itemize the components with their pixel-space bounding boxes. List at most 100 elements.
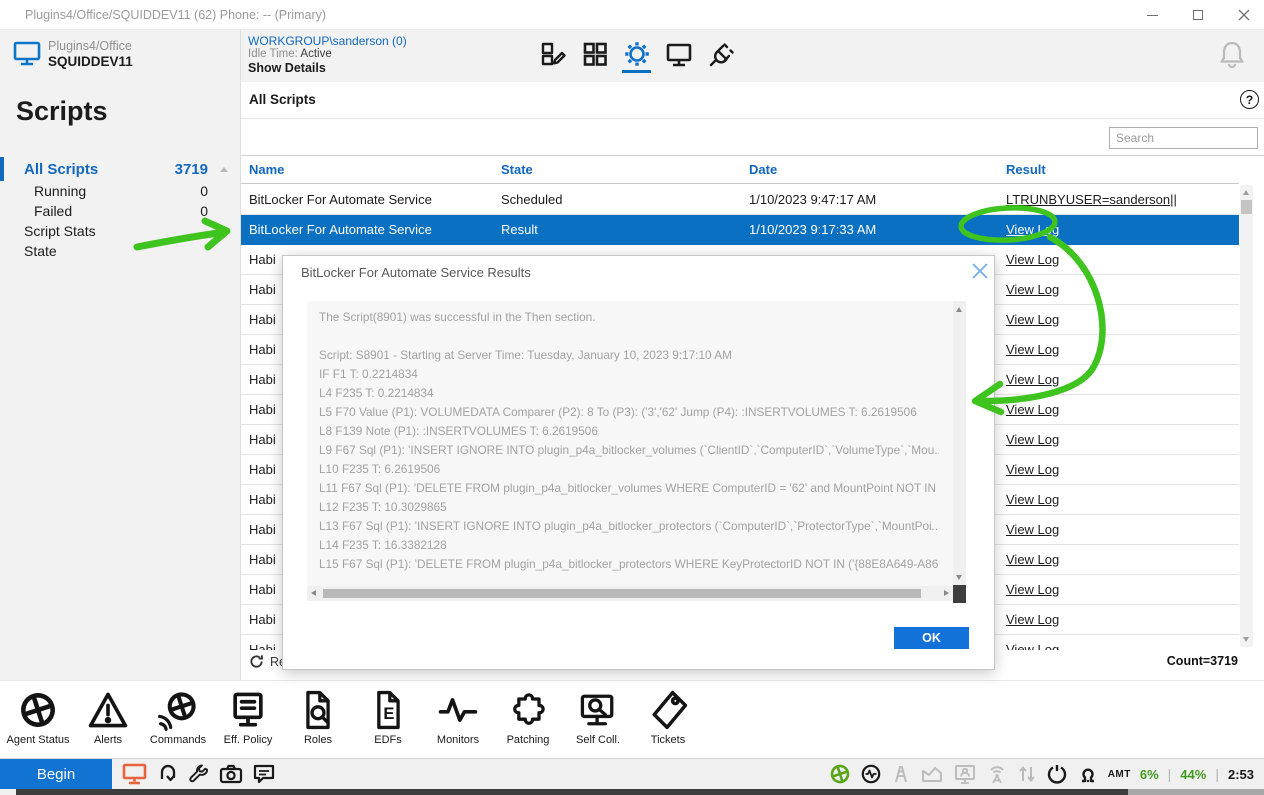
header-toolbar bbox=[536, 37, 737, 70]
apps-grid-icon[interactable] bbox=[578, 37, 611, 70]
dock-item-edfs[interactable]: EEDFs bbox=[353, 681, 423, 758]
search-input[interactable] bbox=[1109, 127, 1258, 149]
log-line: L4 F235 T: 0.2214834 bbox=[319, 384, 939, 403]
comment-icon[interactable] bbox=[252, 763, 276, 785]
cell-date: 1/10/2023 9:17:33 AM bbox=[749, 222, 876, 237]
dock-item-agent-status[interactable]: Agent Status bbox=[3, 681, 73, 758]
view-log-link[interactable]: View Log bbox=[1006, 282, 1059, 297]
scroll-left-icon[interactable] bbox=[311, 590, 316, 596]
refresh-icon bbox=[249, 654, 264, 669]
view-log-link[interactable]: View Log bbox=[1006, 222, 1059, 237]
maximize-button[interactable] bbox=[1178, 0, 1218, 30]
titlebar: Plugins4/Office/SQUIDDEV11 (62) Phone: -… bbox=[0, 0, 1264, 30]
log-vertical-scrollbar[interactable] bbox=[953, 301, 966, 586]
sidebar-item-all-scripts[interactable]: All Scripts3719 bbox=[0, 157, 240, 181]
view-log-link[interactable]: View Log bbox=[1006, 462, 1059, 477]
wrench-icon[interactable] bbox=[187, 763, 210, 786]
begin-button[interactable]: Begin bbox=[0, 759, 112, 789]
sidebar-item-script-stats[interactable]: Script Stats bbox=[0, 221, 240, 241]
console-user-icon bbox=[953, 763, 977, 785]
computer-icon bbox=[13, 41, 41, 67]
scroll-up-icon[interactable] bbox=[956, 307, 962, 312]
minimize-button[interactable] bbox=[1132, 0, 1172, 30]
view-log-link[interactable]: View Log bbox=[1006, 552, 1059, 567]
gear-icon[interactable] bbox=[620, 37, 653, 70]
notifications-bell-icon[interactable] bbox=[1219, 39, 1245, 69]
table-scrollbar[interactable] bbox=[1240, 185, 1253, 647]
sidebar-item-count: 3719 bbox=[168, 161, 208, 178]
log-line: The Script(8901) was successful in the T… bbox=[319, 308, 939, 327]
edfs-icon: E bbox=[366, 687, 410, 733]
column-header-date[interactable]: Date bbox=[749, 162, 777, 177]
ok-button[interactable]: OK bbox=[894, 627, 969, 649]
statusbar-left-icons bbox=[122, 761, 276, 787]
view-log-link[interactable]: View Log bbox=[1006, 372, 1059, 387]
table-row[interactable]: BitLocker For Automate ServiceScheduled1… bbox=[241, 185, 1239, 215]
screenshot-camera-icon[interactable] bbox=[219, 763, 243, 785]
agent-status-icon bbox=[16, 687, 60, 733]
window-title: Plugins4/Office/SQUIDDEV11 (62) Phone: -… bbox=[25, 8, 326, 22]
heartbeat-status-icon[interactable] bbox=[860, 763, 882, 785]
plug-icon[interactable] bbox=[704, 37, 737, 70]
help-icon[interactable]: ? bbox=[1240, 90, 1259, 109]
log-line: L14 F235 T: 16.3382128 bbox=[319, 536, 939, 555]
user-link[interactable]: WORKGROUP\sanderson (0) bbox=[248, 34, 407, 48]
show-details-link[interactable]: Show Details bbox=[248, 61, 326, 75]
scroll-right-icon[interactable] bbox=[944, 590, 949, 596]
view-log-link[interactable]: View Log bbox=[1006, 522, 1059, 537]
view-log-link[interactable]: View Log bbox=[1006, 342, 1059, 357]
statusbar-right: AMT 6% | 44% | 2:53 bbox=[829, 761, 1254, 787]
scroll-up-icon[interactable] bbox=[1243, 190, 1249, 195]
view-log-link[interactable]: View Log bbox=[1006, 402, 1059, 417]
dock-item-commands[interactable]: Commands bbox=[143, 681, 213, 758]
sidebar-item-count: 0 bbox=[168, 203, 208, 219]
redo-arrow-icon[interactable] bbox=[156, 763, 178, 785]
sidebar-item-label: All Scripts bbox=[24, 161, 168, 178]
dock-item-tickets[interactable]: Tickets bbox=[633, 681, 703, 758]
dock-item-label: Self Coll. bbox=[576, 734, 620, 746]
table-row[interactable]: BitLocker For Automate ServiceResult1/10… bbox=[241, 215, 1239, 245]
view-log-link[interactable]: View Log bbox=[1006, 432, 1059, 447]
agent-online-icon[interactable] bbox=[829, 763, 851, 785]
view-log-link[interactable]: View Log bbox=[1006, 612, 1059, 627]
sidebar-item-state[interactable]: State bbox=[0, 241, 240, 261]
sidebar-item-running[interactable]: Running0 bbox=[0, 181, 240, 201]
log-line: Script: S8901 - Starting at Server Time:… bbox=[319, 346, 939, 365]
dock-item-self-coll-[interactable]: Self Coll. bbox=[563, 681, 633, 758]
view-log-link[interactable]: LTRUNBYUSER=sanderson|| bbox=[1006, 192, 1177, 207]
scroll-thumb[interactable] bbox=[323, 589, 921, 598]
dock-item-eff-policy[interactable]: Eff. Policy bbox=[213, 681, 283, 758]
dock-item-alerts[interactable]: Alerts bbox=[73, 681, 143, 758]
log-horizontal-scrollbar[interactable] bbox=[307, 586, 953, 601]
column-header-state[interactable]: State bbox=[501, 162, 533, 177]
close-button[interactable] bbox=[1224, 0, 1264, 30]
reboot-pending-icon[interactable] bbox=[1046, 763, 1068, 785]
script-edit-icon[interactable] bbox=[536, 37, 569, 70]
monitor-icon[interactable] bbox=[662, 37, 695, 70]
remote-control-icon[interactable] bbox=[122, 763, 147, 785]
bottom-edge bbox=[0, 789, 1264, 795]
roles-icon bbox=[296, 687, 340, 733]
view-log-link[interactable]: View Log bbox=[1006, 582, 1059, 597]
dock-item-monitors[interactable]: Monitors bbox=[423, 681, 493, 758]
view-log-link[interactable]: View Log bbox=[1006, 642, 1059, 650]
dock-item-roles[interactable]: Roles bbox=[283, 681, 353, 758]
view-log-link[interactable]: View Log bbox=[1006, 492, 1059, 507]
dock-item-patching[interactable]: Patching bbox=[493, 681, 563, 758]
listen-icon[interactable] bbox=[1077, 763, 1099, 785]
scroll-down-icon[interactable] bbox=[1243, 637, 1249, 642]
sidebar-item-failed[interactable]: Failed0 bbox=[0, 201, 240, 221]
scroll-down-icon[interactable] bbox=[956, 575, 962, 580]
column-header-name[interactable]: Name bbox=[249, 162, 284, 177]
session-timer: 2:53 bbox=[1228, 767, 1254, 782]
eff-policy-icon bbox=[226, 687, 270, 733]
cell-script-name: BitLocker For Automate Service bbox=[249, 192, 494, 207]
row-count: Count=3719 bbox=[1167, 654, 1238, 668]
column-header-result[interactable]: Result bbox=[1006, 162, 1046, 177]
scroll-thumb[interactable] bbox=[1241, 200, 1252, 214]
dialog-close-button[interactable] bbox=[969, 260, 991, 282]
statusbar: Begin bbox=[0, 758, 1264, 789]
view-log-link[interactable]: View Log bbox=[1006, 312, 1059, 327]
view-log-link[interactable]: View Log bbox=[1006, 252, 1059, 267]
sidebar-item-label: State bbox=[24, 243, 168, 259]
